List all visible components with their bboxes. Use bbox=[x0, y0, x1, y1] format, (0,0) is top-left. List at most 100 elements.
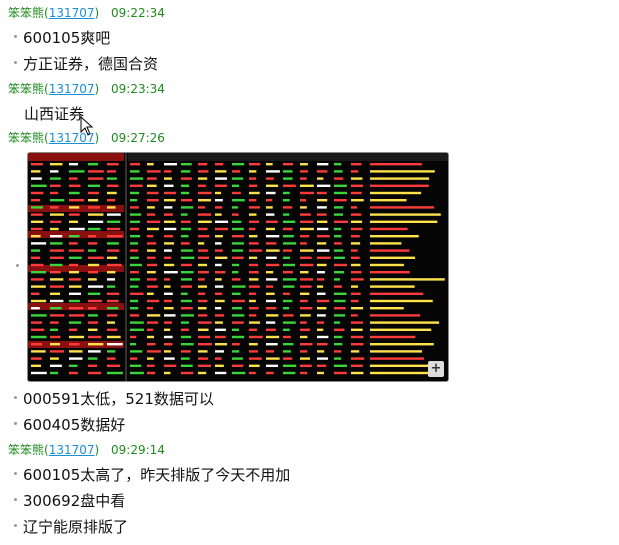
data-cell bbox=[300, 328, 310, 331]
data-cell bbox=[232, 191, 241, 195]
data-cell bbox=[283, 371, 296, 375]
data-cell bbox=[50, 220, 62, 223]
data-cell bbox=[181, 249, 193, 252]
data-cell bbox=[164, 242, 175, 245]
data-cell bbox=[147, 364, 155, 367]
data-cell bbox=[198, 285, 207, 288]
data-cell bbox=[215, 371, 227, 375]
data-cell bbox=[88, 299, 102, 303]
image-message[interactable]: + bbox=[27, 152, 449, 382]
data-cell bbox=[147, 249, 156, 252]
concept-text bbox=[370, 299, 433, 303]
data-cell bbox=[130, 314, 140, 317]
data-cell bbox=[198, 307, 207, 310]
data-cell bbox=[334, 213, 344, 216]
data-cell bbox=[147, 263, 158, 267]
data-cell bbox=[130, 299, 139, 303]
data-cell bbox=[266, 163, 273, 166]
sender-id-link[interactable]: 131707 bbox=[49, 131, 95, 145]
data-cell bbox=[181, 170, 191, 173]
data-cell bbox=[107, 307, 119, 310]
data-cell bbox=[69, 177, 78, 180]
data-cell bbox=[130, 213, 142, 216]
data-cell bbox=[164, 271, 178, 274]
message-header: 笨笨熊(131707) 09:27:26 bbox=[8, 131, 165, 145]
data-cell bbox=[266, 299, 276, 303]
data-cell bbox=[215, 242, 222, 245]
data-cell bbox=[198, 227, 208, 231]
sender-name: 笨笨熊 bbox=[8, 443, 45, 457]
data-cell bbox=[130, 328, 144, 331]
data-cell bbox=[215, 299, 225, 303]
bullet-icon bbox=[14, 396, 17, 399]
data-cell bbox=[147, 328, 154, 331]
data-cell bbox=[31, 191, 44, 195]
sender-id-link[interactable]: 131707 bbox=[49, 82, 95, 96]
sender-id-link[interactable]: 131707 bbox=[49, 6, 95, 20]
data-cell bbox=[88, 220, 104, 223]
data-cell bbox=[249, 177, 257, 180]
bullet-icon bbox=[14, 524, 17, 527]
data-cell bbox=[107, 170, 116, 173]
data-cell bbox=[31, 299, 47, 303]
data-cell bbox=[107, 177, 117, 180]
data-cell bbox=[334, 364, 347, 367]
data-cell bbox=[69, 249, 84, 252]
data-cell bbox=[147, 371, 156, 375]
data-cell bbox=[334, 335, 343, 339]
data-cell bbox=[31, 307, 40, 310]
data-cell bbox=[300, 357, 311, 360]
data-cell bbox=[88, 364, 97, 367]
data-cell bbox=[88, 206, 100, 209]
data-cell bbox=[130, 307, 139, 310]
stock-software-screenshot bbox=[28, 153, 448, 381]
data-cell bbox=[351, 335, 364, 339]
data-cell bbox=[147, 242, 157, 245]
data-cell bbox=[50, 335, 61, 339]
data-cell bbox=[334, 220, 348, 223]
data-cell bbox=[181, 278, 192, 281]
data-cell bbox=[249, 350, 258, 353]
data-cell bbox=[232, 256, 244, 259]
data-cell bbox=[181, 328, 189, 331]
data-cell bbox=[215, 249, 223, 252]
data-cell bbox=[283, 292, 290, 295]
data-cell bbox=[181, 199, 193, 202]
data-cell bbox=[164, 314, 176, 317]
data-cell bbox=[88, 271, 98, 274]
data-cell bbox=[147, 191, 159, 195]
message-header: 笨笨熊(131707) 09:23:34 bbox=[8, 82, 165, 96]
data-cell bbox=[300, 364, 312, 367]
data-cell bbox=[164, 213, 173, 216]
concept-text bbox=[370, 371, 437, 375]
data-cell bbox=[232, 321, 244, 324]
data-cell bbox=[198, 343, 212, 346]
data-cell bbox=[351, 271, 362, 274]
data-cell bbox=[69, 199, 85, 202]
data-cell bbox=[300, 199, 307, 202]
data-cell bbox=[147, 299, 160, 303]
concept-text bbox=[370, 220, 438, 223]
data-cell bbox=[351, 163, 362, 166]
data-cell bbox=[249, 307, 259, 310]
data-cell bbox=[198, 299, 208, 303]
bullet-icon bbox=[14, 472, 17, 475]
sender-id-link[interactable]: 131707 bbox=[49, 443, 95, 457]
data-cell bbox=[317, 307, 327, 310]
data-cell bbox=[317, 292, 326, 295]
data-cell bbox=[31, 220, 44, 223]
data-cell bbox=[164, 343, 173, 346]
data-cell bbox=[300, 163, 308, 166]
data-cell bbox=[181, 163, 192, 166]
concept-text bbox=[370, 357, 424, 360]
data-cell bbox=[300, 321, 307, 324]
data-cell bbox=[50, 199, 65, 202]
zoom-icon[interactable]: + bbox=[428, 361, 444, 377]
concept-text bbox=[370, 307, 404, 310]
data-cell bbox=[215, 278, 222, 281]
data-cell bbox=[351, 242, 361, 245]
data-cell bbox=[147, 278, 157, 281]
data-cell bbox=[147, 177, 157, 180]
data-cell bbox=[283, 184, 296, 187]
data-cell bbox=[198, 206, 206, 209]
